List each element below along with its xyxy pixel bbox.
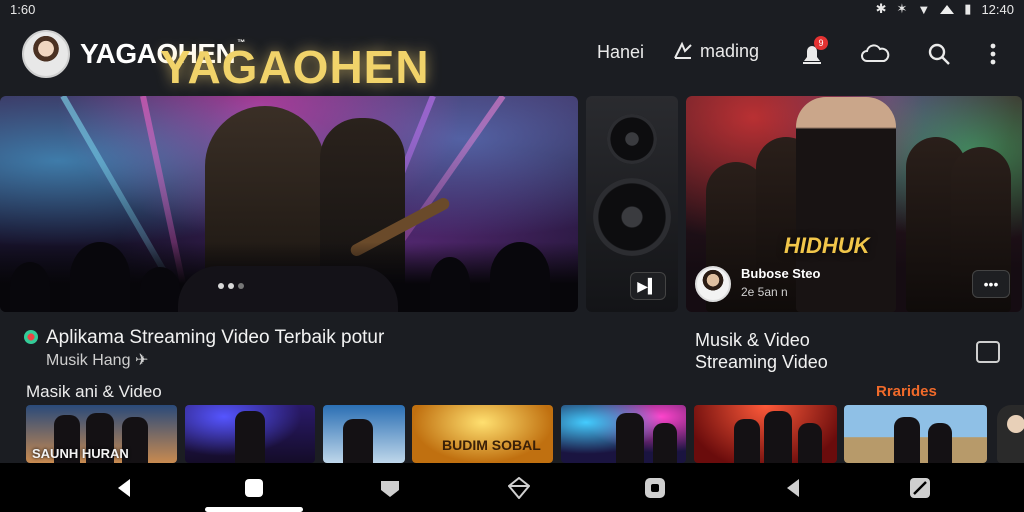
cloud-icon xyxy=(861,44,890,62)
stage-platform xyxy=(178,266,398,312)
flower-icon xyxy=(24,330,38,344)
row-see-all-link[interactable]: Rrarides xyxy=(876,383,937,400)
thumb-person xyxy=(928,423,952,463)
more-options-button[interactable] xyxy=(977,38,1009,70)
compass-icon xyxy=(508,477,530,499)
crowd-person xyxy=(70,242,130,312)
home-indicator[interactable] xyxy=(205,507,303,512)
thumbnail-card[interactable] xyxy=(694,405,837,463)
thumbnail-card[interactable]: BUDIM SOBAL xyxy=(412,405,553,463)
triangle-left-icon xyxy=(787,479,799,497)
status-time: 1:60 xyxy=(10,1,36,17)
share-icon[interactable] xyxy=(976,341,1000,363)
thumb-person xyxy=(734,419,760,463)
edit-icon xyxy=(910,478,930,498)
thumb-person xyxy=(798,423,822,463)
thumb-person xyxy=(764,411,792,463)
notifications-button[interactable]: 9 xyxy=(796,36,828,70)
cast-button[interactable] xyxy=(859,38,891,70)
side-caption[interactable]: Musik & Video Streaming Video xyxy=(695,329,828,373)
thumbnail-card[interactable]: SAUNH HURAN xyxy=(26,405,177,463)
channel-name[interactable]: Bubose Steo xyxy=(741,266,820,281)
play-button[interactable]: ▶▍ xyxy=(630,272,666,300)
app-screen: 1:60 ✱ ✶ ▼ ▮ 12:40 YAGAOHEN ™ Hanei madin… xyxy=(0,0,1024,512)
feature-subtitle-text: Musik Hang xyxy=(46,352,131,369)
crowd-person xyxy=(140,267,180,312)
crowd-person xyxy=(10,262,50,312)
thumb-avatar xyxy=(1007,415,1024,433)
shield-nav-button[interactable] xyxy=(379,477,401,499)
bluetooth-icon: ✱ xyxy=(875,1,887,16)
battery-icon: ▮ xyxy=(964,1,972,16)
crowd-person xyxy=(490,242,550,312)
app-nav-button[interactable] xyxy=(644,477,666,499)
thumb-person xyxy=(894,417,920,463)
compass-nav-button[interactable] xyxy=(508,477,530,499)
edit-nav-button[interactable] xyxy=(909,477,931,499)
more-vert-icon xyxy=(990,43,996,65)
carousel-dot[interactable] xyxy=(238,283,244,289)
channel-avatar[interactable] xyxy=(695,266,731,302)
side-caption-line2: Streaming Video xyxy=(695,352,828,372)
thumb-caption: BUDIM SOBAL xyxy=(442,437,541,453)
more-horiz-icon: ••• xyxy=(983,276,999,292)
notification-badge: 9 xyxy=(814,36,828,50)
side-caption-line1: Musik & Video xyxy=(695,330,810,350)
channel-subtitle: 2e 5an n xyxy=(741,285,788,299)
wifi-icon: ▼ xyxy=(917,1,931,17)
carousel-indicator[interactable] xyxy=(218,283,244,289)
thumbnail-card-partial[interactable] xyxy=(997,405,1024,463)
thumb-caption: SAUNH HURAN xyxy=(32,446,129,461)
thumb-person xyxy=(235,411,265,463)
signal-icon xyxy=(940,4,955,14)
tweeter-driver xyxy=(607,114,657,164)
status-bar: 1:60 ✱ ✶ ▼ ▮ 12:40 xyxy=(0,0,1024,18)
hero-title: YAGAOHEN xyxy=(160,41,430,93)
shield-icon xyxy=(381,481,399,497)
feature-title[interactable]: Aplikama Streaming Video Terbaik potur xyxy=(46,327,384,349)
sparkle-icon: ✈ xyxy=(134,352,149,369)
vibrate-icon: ✶ xyxy=(896,1,908,16)
more-button[interactable]: ••• xyxy=(972,270,1010,298)
home-button[interactable] xyxy=(243,477,265,499)
app-header: YAGAOHEN ™ Hanei mading 9 xyxy=(0,24,1024,86)
system-nav-bar xyxy=(0,463,1024,512)
thumbnail-card[interactable] xyxy=(185,405,315,463)
hero-side-title: HIDHUK xyxy=(784,233,870,258)
thumb-person xyxy=(653,423,677,463)
feature-subtitle: Musik Hang ✈ xyxy=(46,350,148,370)
thumbnail-card[interactable] xyxy=(844,405,987,463)
nav-trending-label: mading xyxy=(700,40,760,61)
carousel-dot[interactable] xyxy=(228,283,234,289)
thumb-person xyxy=(616,413,644,463)
thumbnail-card[interactable] xyxy=(561,405,686,463)
crowd-person xyxy=(430,257,470,312)
profile-avatar[interactable] xyxy=(22,30,70,78)
woofer-driver xyxy=(593,178,671,256)
status-clock: 12:40 xyxy=(981,1,1014,17)
home-icon xyxy=(245,479,263,497)
thumb-person xyxy=(343,419,373,463)
search-button[interactable] xyxy=(923,38,955,70)
play-icon: ▶▍ xyxy=(637,277,659,294)
search-icon xyxy=(928,43,950,65)
row-title: Masik ani & Video xyxy=(26,382,162,401)
carousel-dot[interactable] xyxy=(218,283,224,289)
nav-home[interactable]: Hanei xyxy=(597,42,644,63)
back-icon xyxy=(118,479,130,497)
thumbnail-card[interactable] xyxy=(323,405,405,463)
nav-trending[interactable]: mading xyxy=(672,40,759,62)
app-icon xyxy=(645,478,665,498)
trending-icon xyxy=(674,41,692,59)
back-button[interactable] xyxy=(113,477,135,499)
previous-button[interactable] xyxy=(782,477,804,499)
